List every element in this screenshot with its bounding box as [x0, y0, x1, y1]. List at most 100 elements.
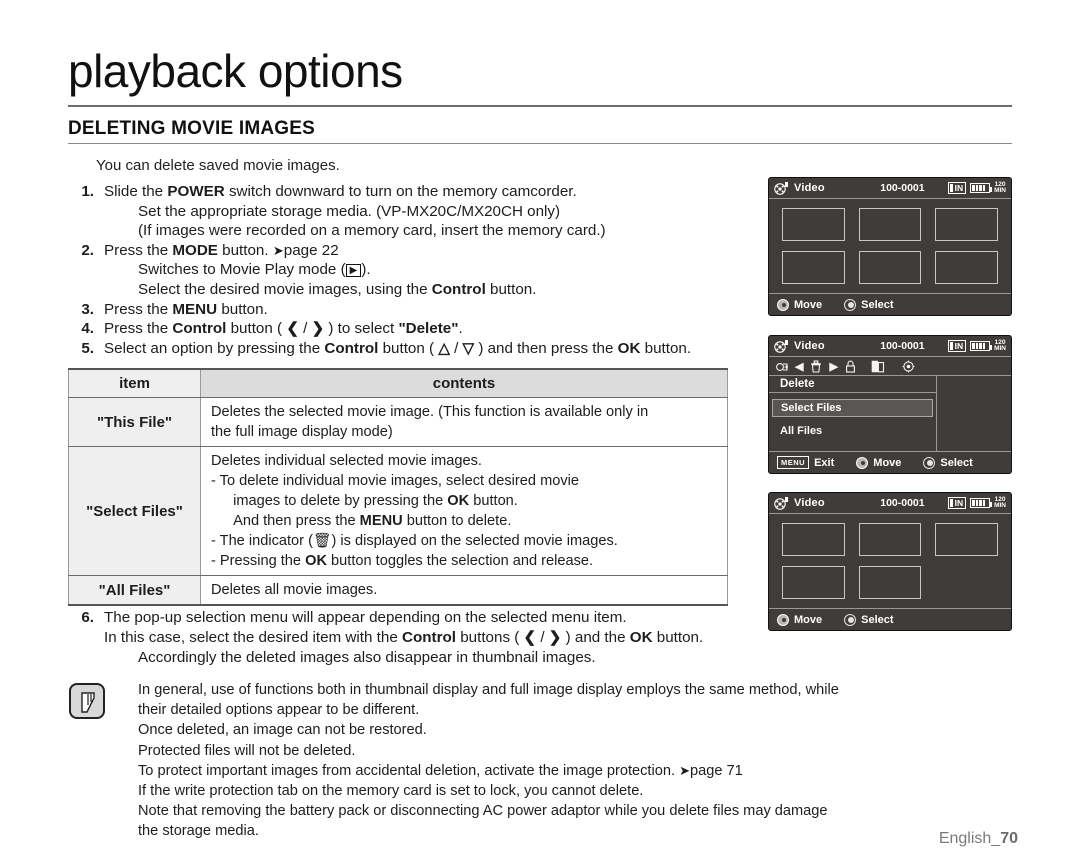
step-1-sub-a: Set the appropriate storage media. (VP-M…: [138, 202, 561, 220]
step-text: Select an option by pressing the Control…: [104, 339, 692, 357]
control-label: Control: [172, 320, 227, 338]
step-2: 2. Press the MODE button. ➤page 22 Switc…: [68, 241, 768, 300]
note-line-5: To protect important images from acciden…: [138, 761, 1018, 781]
movie-play-post: ).: [361, 261, 371, 279]
menu-label: MENU: [172, 300, 218, 318]
lock-icon[interactable]: [845, 360, 856, 373]
movie-play-mode-icon: [774, 497, 788, 510]
select-label: Select: [861, 613, 894, 626]
thumbnail-item[interactable]: [782, 566, 845, 599]
sf-line-5a: - Pressing the: [211, 553, 306, 569]
select-label: Select: [940, 456, 973, 469]
lcd-status-icons: IN 120 MIN: [948, 339, 1006, 352]
page-arrow-icon: ➤: [679, 762, 690, 778]
sf-line-2c: button.: [469, 493, 518, 509]
thumbnail-item[interactable]: [858, 523, 922, 556]
step-text: Slide the POWER switch downward to turn …: [104, 183, 577, 200]
thumbnail-item[interactable]: [782, 208, 845, 241]
battery-icon: [970, 183, 993, 193]
step-5: 5. Select an option by pressing the Cont…: [68, 339, 768, 359]
left-chevron-icon[interactable]: ◀: [795, 360, 803, 373]
movie-play-mode-icon: [774, 340, 788, 353]
sf-line-4: - The indicator (🗑) is displayed on the …: [211, 531, 717, 551]
exit-hint: MENU Exit: [777, 456, 834, 469]
thumbnail-item[interactable]: [935, 523, 998, 556]
control-label: Control: [324, 339, 379, 357]
lcd-title: Video: [794, 182, 825, 194]
lcd-status-icons: IN 120 MIN: [948, 496, 1006, 509]
lcd-file-number: 100-0001: [880, 497, 925, 509]
trash-icon[interactable]: [810, 359, 822, 373]
select-hint: Select: [844, 298, 894, 311]
thumbnail-item[interactable]: [858, 566, 922, 599]
menu-item-select-files[interactable]: Select Files: [772, 399, 933, 417]
step3-pre: Press the: [104, 300, 173, 318]
ok-button-icon: [923, 456, 936, 469]
step-6-line-1: The pop-up selection menu will appear de…: [104, 609, 627, 626]
step-number: 4.: [81, 320, 94, 338]
step5-post: button.: [640, 339, 692, 357]
ok-label: OK: [629, 629, 653, 646]
lcd-header: Video 100-0001 IN 120 MIN: [769, 336, 1011, 357]
thumbnail-item[interactable]: [858, 208, 922, 241]
sf-line-1: Deletes individual selected movie images…: [211, 453, 482, 469]
step-3: 3. Press the MENU button.: [68, 300, 768, 320]
lcd-footer: MENU Exit Move Select: [769, 451, 1011, 473]
gear-icon[interactable]: [902, 360, 915, 373]
footer-label: English_: [938, 830, 1001, 847]
up-chevron-icon: △: [438, 339, 450, 357]
sf-line-3a: And then press the: [233, 513, 360, 529]
right-chevron-icon: ❯: [548, 629, 562, 646]
thumbnail-slot-empty: [935, 566, 998, 599]
step-text: Press the MODE button. ➤page 22: [104, 242, 339, 259]
note-line-5-text: To protect important images from acciden…: [138, 762, 676, 779]
note-icon: [69, 683, 105, 719]
dpad-icon: [777, 613, 789, 626]
step6-line2a: In this case, select the desired item wi…: [104, 629, 402, 646]
right-chevron-icon[interactable]: ▶: [829, 360, 837, 373]
steps-list: 1. Slide the POWER switch downward to tu…: [68, 182, 768, 358]
menu-key-icon: MENU: [777, 456, 810, 469]
page-footer: English_70: [939, 830, 1018, 848]
step-2-sub-b: Select the desired movie images, using t…: [104, 280, 768, 300]
menu-label: MENU: [359, 513, 403, 529]
thumbnail-grid: [769, 199, 1011, 284]
step5-mid: button (: [378, 339, 439, 357]
step-1: 1. Slide the POWER switch downward to tu…: [68, 182, 768, 241]
thumbnail-item[interactable]: [782, 523, 845, 556]
playback-icon[interactable]: [775, 361, 788, 372]
move-label: Move: [794, 613, 823, 626]
this-file-line-2: the full image display mode): [211, 424, 393, 440]
options-table: item contents "This File" Deletes the se…: [68, 368, 728, 606]
step6-line2b: buttons (: [456, 629, 524, 646]
manual-page: playback options DELETING MOVIE IMAGES Y…: [0, 0, 1080, 868]
note-line-6: If the write protection tab on the memor…: [138, 783, 644, 800]
ok-label: OK: [447, 493, 470, 509]
row-contents-select-files: Deletes individual selected movie images…: [200, 446, 728, 576]
menu-item-all-files[interactable]: All Files: [772, 423, 933, 439]
step-6-body: 6. The pop-up selection menu will appear…: [68, 608, 780, 668]
sf-line-5b: button toggles the selection and release…: [326, 553, 594, 569]
step-6-line-3: Accordingly the deleted images also disa…: [138, 649, 596, 666]
select-label: Select: [861, 298, 894, 311]
step-6-line-2: In this case, select the desired item wi…: [104, 629, 704, 646]
left-chevron-icon: ❮: [286, 320, 299, 338]
intro-text: You can delete saved movie images.: [96, 157, 340, 174]
step-1-sub-b: (If images were recorded on a memory car…: [138, 222, 606, 240]
lcd-file-number: 100-0001: [880, 182, 925, 194]
row-contents-all-files: Deletes all movie images.: [200, 575, 728, 606]
step-text: Press the Control button ( ❮ / ❯ ) to se…: [104, 320, 463, 338]
pencil-icon: [81, 692, 95, 713]
thumbnail-item[interactable]: [935, 251, 998, 284]
thumbnail-item[interactable]: [782, 251, 845, 284]
thumbnail-item[interactable]: [935, 208, 998, 241]
lcd-header: Video 100-0001 IN 120 MIN: [769, 178, 1011, 199]
record-time-remaining: 120 MIN: [994, 181, 1006, 194]
ok-button-icon: [844, 613, 857, 626]
sf-line-2: - To delete individual movie images, sel…: [211, 471, 717, 531]
copy-icon[interactable]: [871, 360, 885, 373]
thumbnail-item[interactable]: [858, 251, 922, 284]
battery-icon: [970, 341, 993, 351]
note-block: In general, use of functions both in thu…: [138, 680, 1018, 842]
exit-label: Exit: [814, 456, 835, 469]
